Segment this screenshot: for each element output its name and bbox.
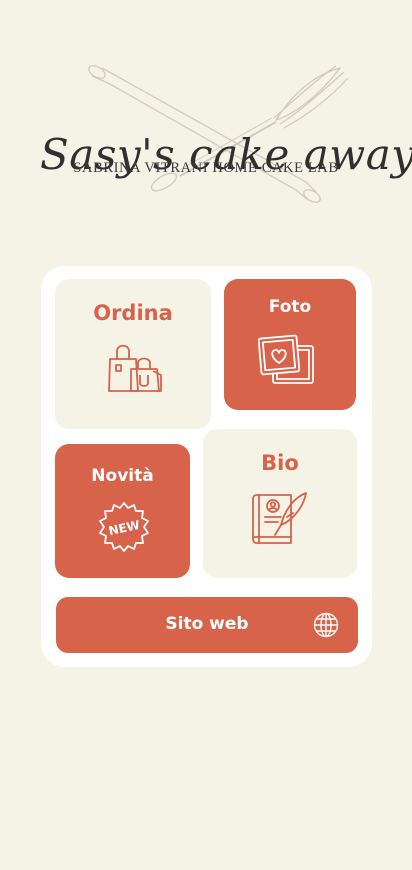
book-quill-icon: [252, 492, 307, 544]
foto-label: Foto: [268, 297, 312, 317]
new-badge-text: NEW: [107, 518, 141, 538]
brand-logo: Sasy's cake away SABRINA VITRANI HOME CA…: [40, 58, 412, 212]
ordina-tile[interactable]: Ordina: [55, 279, 211, 429]
bio-tile[interactable]: Bio: [203, 429, 357, 578]
globe-icon: [313, 612, 339, 638]
logo-subtitle: SABRINA VITRANI HOME CAKE LAB: [73, 160, 339, 176]
shopping-bags-icon: [108, 344, 162, 392]
menu-panel: Ordina Foto Novità NEW Bio Sito web: [41, 266, 372, 667]
novita-tile[interactable]: Novità NEW: [55, 444, 190, 578]
new-badge-icon: NEW: [99, 502, 149, 552]
foto-tile[interactable]: Foto: [224, 279, 356, 410]
novita-label: Novità: [91, 466, 154, 486]
ordina-label: Ordina: [93, 301, 173, 325]
bio-label: Bio: [261, 451, 299, 475]
sito-web-button[interactable]: Sito web: [56, 597, 358, 653]
photos-heart-icon: [258, 334, 314, 384]
